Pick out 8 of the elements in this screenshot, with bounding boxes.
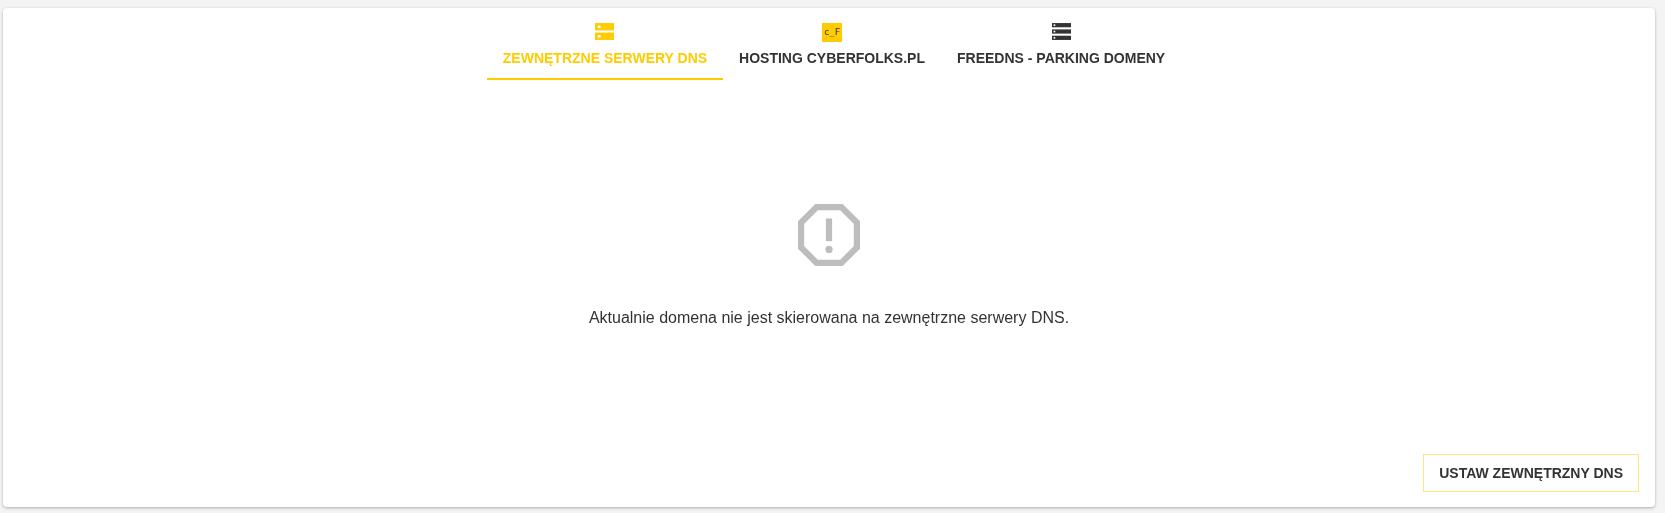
- warning-icon: [798, 204, 860, 266]
- set-dns-button[interactable]: USTAW ZEWNĘTRZNY DNS: [1423, 454, 1639, 492]
- tab[interactable]: c_F HOSTING CYBERFOLKS.PL: [723, 8, 941, 80]
- server-icon: [595, 23, 615, 40]
- logo-icon: c_F: [822, 23, 843, 42]
- tab[interactable]: FREEDNS - PARKING DOMENY: [941, 8, 1182, 80]
- server-rack-icon: [1051, 23, 1071, 40]
- status-message: Aktualnie domena nie jest skierowana na zewnętrzne serwery DNS.: [588, 309, 1070, 327]
